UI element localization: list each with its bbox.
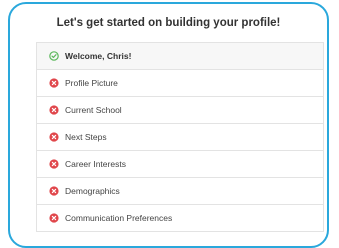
step-career-interests[interactable]: Career Interests — [37, 151, 323, 178]
page-title: Let's get started on building your profi… — [56, 17, 281, 29]
step-label: Next Steps — [65, 132, 107, 142]
step-label: Communication Preferences — [65, 213, 173, 223]
x-circle-icon — [49, 213, 59, 223]
step-welcome[interactable]: Welcome, Chris! — [37, 43, 323, 70]
step-label: Career Interests — [65, 159, 126, 169]
profile-setup-card: Let's get started on building your profi… — [8, 2, 329, 248]
profile-steps-list: Welcome, Chris! Profile Picture Current … — [36, 42, 324, 232]
x-circle-icon — [49, 159, 59, 169]
step-label: Demographics — [65, 186, 120, 196]
step-next-steps[interactable]: Next Steps — [37, 124, 323, 151]
step-label: Welcome, Chris! — [65, 51, 132, 61]
x-circle-icon — [49, 186, 59, 196]
x-circle-icon — [49, 78, 59, 88]
step-profile-picture[interactable]: Profile Picture — [37, 70, 323, 97]
step-demographics[interactable]: Demographics — [37, 178, 323, 205]
x-circle-icon — [49, 132, 59, 142]
step-current-school[interactable]: Current School — [37, 97, 323, 124]
step-label: Current School — [65, 105, 122, 115]
step-communication-preferences[interactable]: Communication Preferences — [37, 205, 323, 232]
step-label: Profile Picture — [65, 78, 118, 88]
check-circle-icon — [49, 51, 59, 61]
x-circle-icon — [49, 105, 59, 115]
